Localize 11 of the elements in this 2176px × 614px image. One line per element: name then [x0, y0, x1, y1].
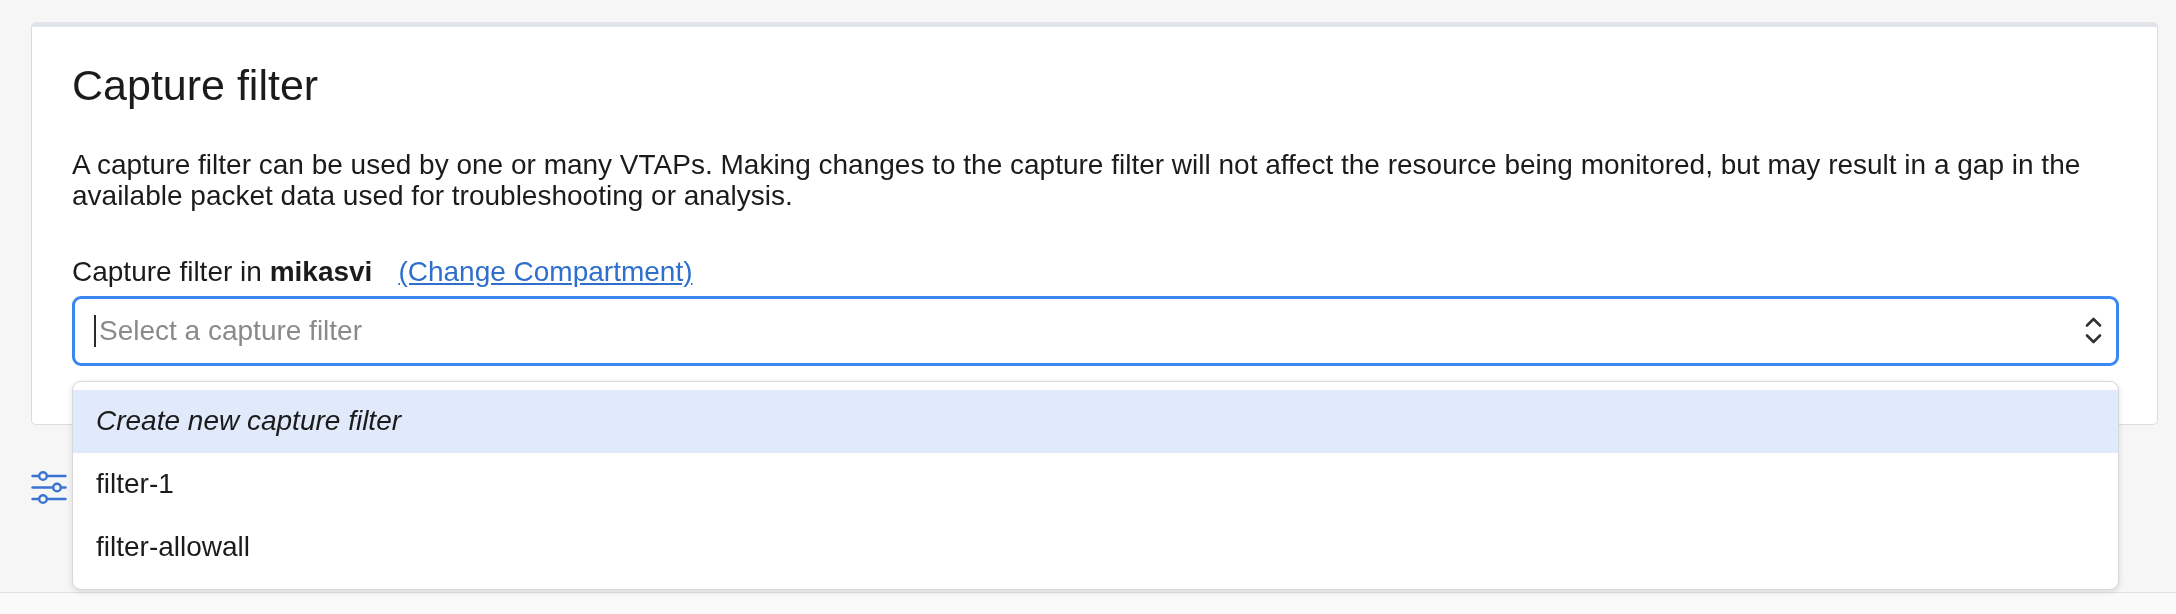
dropdown-option[interactable]: filter-1: [73, 452, 2118, 516]
dropdown-option[interactable]: filter-allowall: [73, 515, 2118, 579]
description-text: A capture filter can be used by one or many VTAPs. Making changes to the capture filter will not affect the resource being monitored, but may result in a gap in the available packet data used for troubleshooting or analysis.: [72, 148, 2082, 211]
text-cursor-icon: [94, 314, 96, 347]
sliders-icon[interactable]: [31, 470, 67, 504]
dropdown-option[interactable]: Create new capture filter: [73, 389, 2118, 453]
field-label: Capture filter in mikasvi: [72, 255, 373, 288]
up-down-chevron-icon: [2085, 315, 2102, 345]
card-title: Capture filter: [72, 60, 320, 111]
select-field[interactable]: Select a capture filter: [72, 295, 2119, 366]
change-compartment-link[interactable]: (Change Compartment): [398, 255, 693, 288]
